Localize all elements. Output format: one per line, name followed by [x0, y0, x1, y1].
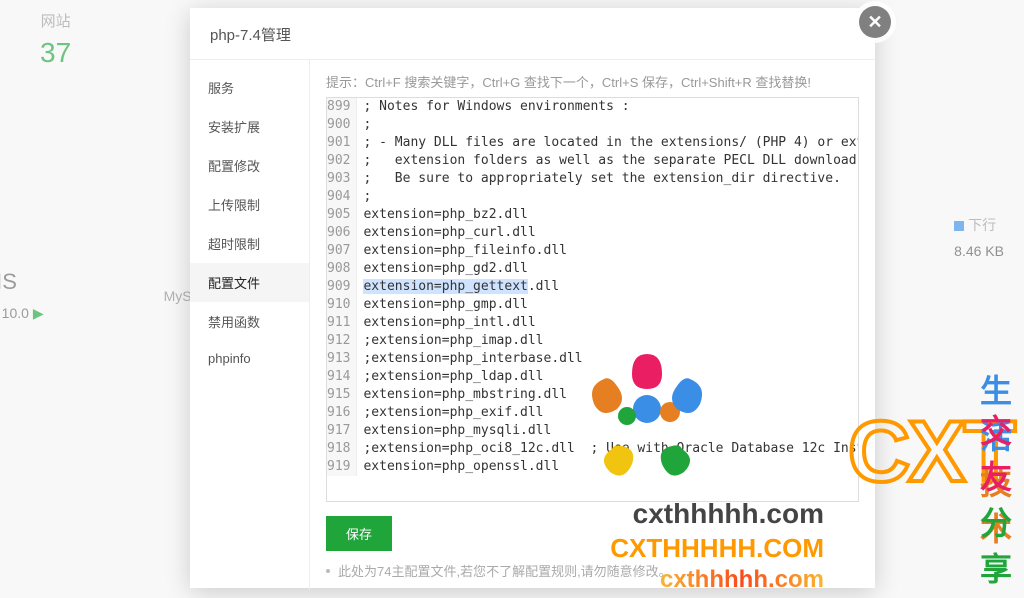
save-button[interactable]: 保存 — [326, 516, 392, 551]
close-icon: ✕ — [867, 13, 882, 31]
modal-title: php-7.4管理 — [190, 8, 875, 60]
config-note: 此处为74主配置文件,若您不了解配置规则,请勿随意修改。 — [326, 561, 859, 590]
line-gutter: 899 900 901 902 903 904 905 906 907 908 … — [327, 98, 357, 476]
sidebar-item-2[interactable]: 配置修改 — [190, 146, 309, 185]
sidebar-item-1[interactable]: 安装扩展 — [190, 107, 309, 146]
close-button[interactable]: ✕ — [859, 6, 891, 38]
sidebar-item-3[interactable]: 上传限制 — [190, 185, 309, 224]
config-editor-panel: 提示：Ctrl+F 搜索关键字，Ctrl+G 查找下一个，Ctrl+S 保存，C… — [310, 60, 875, 590]
sidebar: 服务安装扩展配置修改上传限制超时限制配置文件禁用函数phpinfo — [190, 60, 310, 590]
sidebar-item-6[interactable]: 禁用函数 — [190, 302, 309, 341]
sidebar-item-5[interactable]: 配置文件 — [190, 263, 309, 302]
code-content[interactable]: ; Notes for Windows environments : ; ; -… — [357, 98, 858, 476]
bullet-icon — [326, 569, 330, 573]
sidebar-item-4[interactable]: 超时限制 — [190, 224, 309, 263]
editor-hint: 提示：Ctrl+F 搜索关键字，Ctrl+G 查找下一个，Ctrl+S 保存，C… — [326, 72, 859, 91]
sidebar-item-7[interactable]: phpinfo — [190, 341, 309, 376]
sidebar-item-0[interactable]: 服务 — [190, 68, 309, 107]
php-manage-modal: ✕ php-7.4管理 服务安装扩展配置修改上传限制超时限制配置文件禁用函数ph… — [190, 8, 875, 588]
code-editor[interactable]: 899 900 901 902 903 904 905 906 907 908 … — [326, 97, 859, 502]
note-text: 此处为74主配置文件,若您不了解配置规则,请勿随意修改。 — [338, 561, 672, 580]
